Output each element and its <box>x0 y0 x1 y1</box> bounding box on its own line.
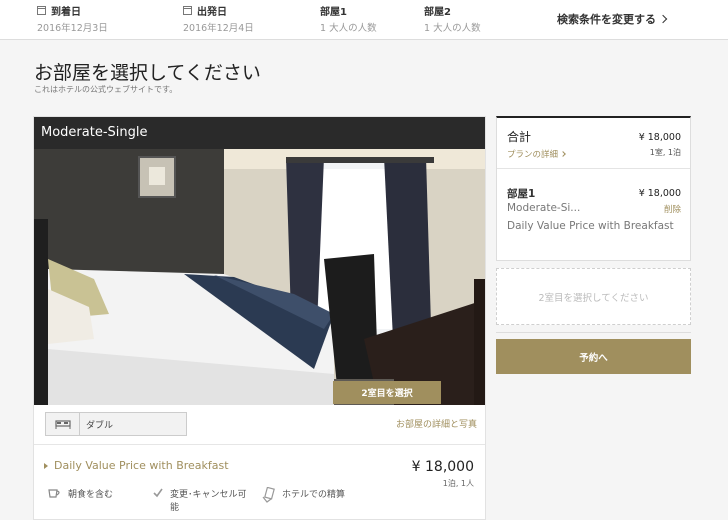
change-search-button[interactable]: 検索条件を変更する <box>557 11 668 27</box>
reserve-button[interactable]: 予約へ <box>496 339 691 374</box>
chevron-right-icon <box>560 151 566 157</box>
divider <box>496 332 691 333</box>
room2-value: 1 大人の人数 <box>424 23 481 34</box>
checkin-value: 2016年12月3日 <box>37 23 108 34</box>
room-photo-image <box>34 149 485 405</box>
bed-icon <box>46 413 80 435</box>
bed-type-label: ダブル <box>86 420 114 431</box>
checkmark-icon <box>152 487 164 502</box>
room2-field[interactable]: 部屋2 1 大人の人数 <box>424 4 481 34</box>
room1-value: 1 大人の人数 <box>320 23 377 34</box>
summary-room-plan: Daily Value Price with Breakfast <box>507 220 674 232</box>
expand-triangle-icon <box>44 462 48 469</box>
total-label: 合計 <box>507 130 532 144</box>
plan-details-label: プランの詳細 <box>507 150 559 160</box>
checkin-label: 到着日 <box>51 7 81 18</box>
second-room-placeholder: 2室目を選択してください <box>496 268 691 325</box>
room-details-link[interactable]: お部屋の詳細と写真 <box>396 417 477 430</box>
checkout-field[interactable]: 出発日 2016年12月4日 <box>183 4 254 34</box>
delete-room-link[interactable]: 削除 <box>664 203 681 215</box>
room1-label: 部屋1 <box>320 7 347 18</box>
select-second-room-button[interactable]: 2室目を選択 <box>333 381 441 404</box>
checkout-value: 2016年12月4日 <box>183 23 254 34</box>
page-subtitle: これはホテルの公式ウェブサイトです。 <box>34 85 178 94</box>
summary-room-label: 部屋1 <box>507 188 536 200</box>
calendar-icon <box>183 6 192 15</box>
checkin-field[interactable]: 到着日 2016年12月3日 <box>37 4 108 34</box>
amenity-breakfast: 朝食を含む <box>48 487 113 502</box>
room-photo[interactable] <box>34 149 485 405</box>
room-name: Moderate-Single <box>34 117 485 149</box>
amenity-label: 変更･キャンセル可能 <box>170 490 247 513</box>
room-features: ダブル お部屋の詳細と写真 <box>34 405 485 445</box>
divider <box>497 168 690 169</box>
breakfast-icon <box>48 487 62 502</box>
chevron-right-icon <box>658 14 668 24</box>
amenity-label: ホテルでの精算 <box>282 490 346 500</box>
summary-room-price: ¥ 18,000 <box>638 188 681 199</box>
amenity-label: 朝食を含む <box>68 490 114 500</box>
plan-name-link[interactable]: Daily Value Price with Breakfast <box>44 459 229 472</box>
room1-field[interactable]: 部屋1 1 大人の人数 <box>320 4 377 34</box>
change-search-label: 検索条件を変更する <box>557 13 656 26</box>
bed-type-tag: ダブル <box>45 412 187 436</box>
room2-label: 部屋2 <box>424 7 451 18</box>
checkout-label: 出発日 <box>197 7 227 18</box>
payment-icon <box>262 486 276 506</box>
room-card: Moderate-Single ダブル お部屋の詳細と写真 Daily Valu… <box>33 116 486 520</box>
calendar-icon <box>37 6 46 15</box>
amenity-cancellable: 変更･キャンセル可能 <box>152 487 252 513</box>
plan-price: ¥ 18,000 <box>411 459 474 475</box>
total-unit: 1室, 1泊 <box>649 148 681 157</box>
total-price: ¥ 18,000 <box>638 132 681 143</box>
summary-room-name: Moderate-Si... <box>507 202 581 214</box>
amenity-pay-at-hotel: ホテルでの精算 <box>262 486 346 506</box>
plan-name: Daily Value Price with Breakfast <box>54 459 229 472</box>
booking-summary: 合計 プランの詳細 ¥ 18,000 1室, 1泊 部屋1 ¥ 18,000 M… <box>496 116 691 261</box>
plan-details-link[interactable]: プランの詳細 <box>507 148 566 160</box>
page-title: お部屋を選択してください <box>34 62 261 84</box>
rate-plan: Daily Value Price with Breakfast ¥ 18,00… <box>34 445 485 520</box>
search-summary-bar: 到着日 2016年12月3日 出発日 2016年12月4日 部屋1 1 大人の人… <box>0 0 728 40</box>
plan-price-unit: 1泊, 1人 <box>442 479 474 488</box>
